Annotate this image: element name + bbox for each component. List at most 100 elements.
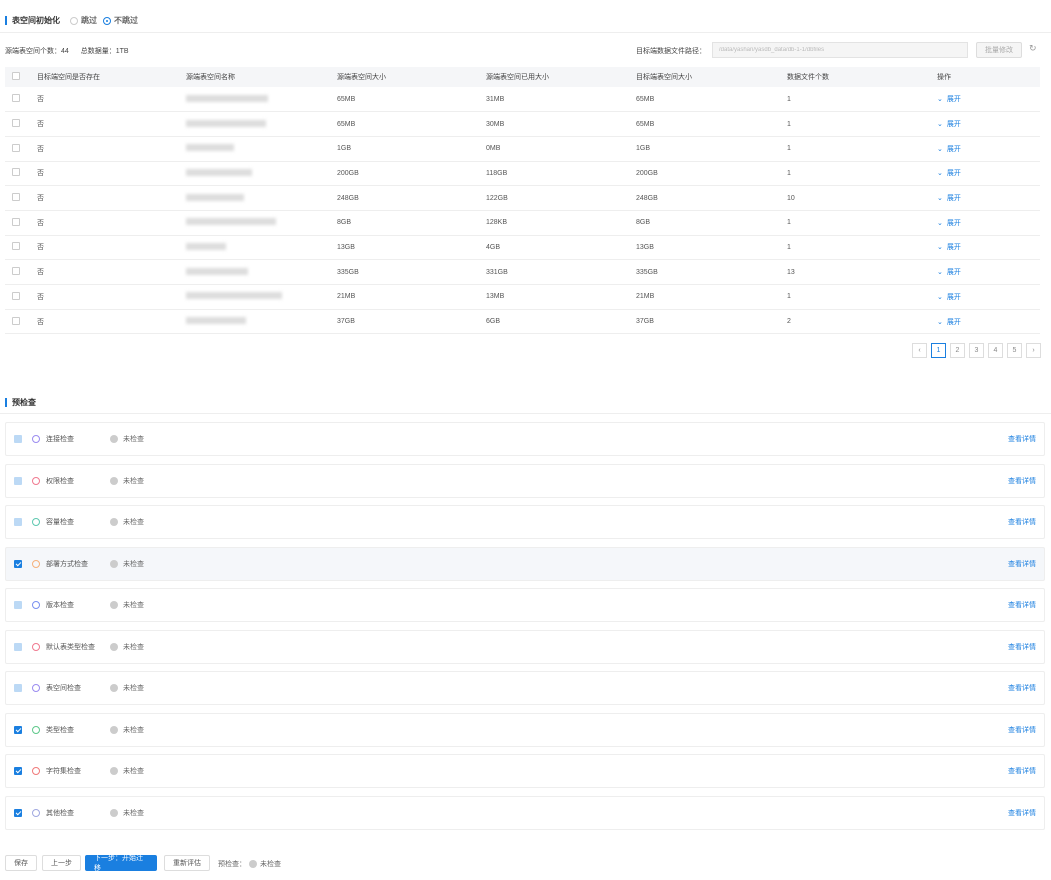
save-button[interactable]: 保存 bbox=[5, 855, 37, 871]
status-label: 未检查 bbox=[123, 685, 144, 692]
action-cell: ⌄ 展开 bbox=[937, 185, 1040, 211]
row-checkbox[interactable] bbox=[12, 193, 20, 202]
precheck-checkbox[interactable] bbox=[14, 808, 22, 817]
view-details-link[interactable]: 查看详情 bbox=[1008, 434, 1036, 444]
expand-link[interactable]: ⌄ 展开 bbox=[937, 269, 961, 276]
source-name-cell bbox=[186, 136, 337, 162]
source-size-cell: 1GB bbox=[337, 136, 486, 162]
status-dot-icon bbox=[110, 725, 118, 734]
source-name-cell bbox=[186, 235, 337, 261]
prev-page-button[interactable]: ‹ bbox=[912, 343, 927, 358]
check-status: 未检查 bbox=[110, 517, 144, 527]
expand-link[interactable]: ⌄ 展开 bbox=[937, 294, 961, 301]
expand-label: 展开 bbox=[946, 244, 961, 252]
source-used-cell: 331GB bbox=[486, 259, 636, 285]
action-cell: ⌄ 展开 bbox=[937, 309, 1040, 335]
data-file-path-input[interactable] bbox=[712, 42, 968, 58]
expand-label: 展开 bbox=[946, 96, 961, 104]
check-status: 未检查 bbox=[110, 559, 144, 569]
expand-link[interactable]: ⌄ 展开 bbox=[937, 195, 961, 202]
row-checkbox[interactable] bbox=[12, 143, 20, 152]
check-name: 部署方式检查 bbox=[46, 560, 88, 568]
precheck-checkbox[interactable] bbox=[14, 725, 22, 734]
select-all-checkbox[interactable] bbox=[12, 72, 20, 80]
file-count-cell: 1 bbox=[787, 136, 937, 162]
table-row: 否 200GB 118GB 200GB 1 ⌄ 展开 bbox=[5, 161, 1040, 187]
count-label: 源端表空间个数： bbox=[5, 48, 61, 55]
target-exists-cell: 否 bbox=[37, 210, 186, 236]
radio-label: 跳过 bbox=[81, 16, 97, 25]
precheck-checkbox[interactable] bbox=[14, 684, 22, 692]
column-header: 源端表空间已用大小 bbox=[486, 67, 636, 87]
redacted-name bbox=[186, 144, 234, 152]
precheck-checkbox[interactable] bbox=[14, 518, 22, 526]
row-checkbox[interactable] bbox=[12, 242, 20, 251]
target-exists-cell: 否 bbox=[37, 235, 186, 261]
reevaluate-button[interactable]: 重新评估 bbox=[164, 855, 210, 871]
view-details-link[interactable]: 查看详情 bbox=[1008, 517, 1036, 527]
row-select-cell bbox=[5, 185, 37, 211]
row-checkbox[interactable] bbox=[12, 316, 20, 325]
action-cell: ⌄ 展开 bbox=[937, 87, 1040, 113]
view-details-link[interactable]: 查看详情 bbox=[1008, 808, 1036, 818]
divider bbox=[0, 32, 1051, 33]
precheck-checkbox[interactable] bbox=[14, 601, 22, 609]
precheck-checkbox[interactable] bbox=[14, 435, 22, 443]
check-type-icon bbox=[32, 476, 40, 485]
precheck-status-value: 未检查 bbox=[260, 861, 281, 868]
expand-link[interactable]: ⌄ 展开 bbox=[937, 319, 961, 326]
precheck-checkbox[interactable] bbox=[14, 767, 22, 775]
expand-label: 展开 bbox=[946, 269, 961, 277]
expand-link[interactable]: ⌄ 展开 bbox=[937, 96, 961, 103]
row-checkbox[interactable] bbox=[12, 291, 20, 300]
page-button[interactable]: 4 bbox=[988, 343, 1003, 358]
view-details-link[interactable]: 查看详情 bbox=[1008, 559, 1036, 569]
source-size-cell: 13GB bbox=[337, 235, 486, 261]
chevron-down-icon: ⌄ bbox=[937, 195, 943, 203]
view-details-link[interactable]: 查看详情 bbox=[1008, 725, 1036, 735]
row-checkbox[interactable] bbox=[12, 94, 20, 103]
view-details-link[interactable]: 查看详情 bbox=[1008, 642, 1036, 652]
radio-no-skip[interactable]: 不跳过 bbox=[103, 15, 138, 26]
status-label: 未检查 bbox=[123, 477, 144, 485]
precheck-checkbox[interactable] bbox=[14, 642, 22, 651]
row-checkbox[interactable] bbox=[12, 217, 20, 226]
precheck-checkbox[interactable] bbox=[14, 559, 22, 568]
check-type-icon bbox=[32, 684, 40, 692]
redacted-name bbox=[186, 218, 276, 226]
precheck-checkbox[interactable] bbox=[14, 476, 22, 485]
row-checkbox[interactable] bbox=[12, 119, 20, 128]
page-button[interactable]: 2 bbox=[950, 343, 965, 358]
expand-link[interactable]: ⌄ 展开 bbox=[937, 244, 961, 251]
file-count-cell: 1 bbox=[787, 161, 937, 187]
row-checkbox[interactable] bbox=[12, 168, 20, 177]
refresh-icon[interactable]: ↻ bbox=[1029, 43, 1037, 54]
page-button[interactable]: 3 bbox=[969, 343, 984, 358]
status-dot-icon bbox=[110, 808, 118, 817]
target-size-cell: 21MB bbox=[636, 284, 787, 310]
next-button[interactable]: 下一步：开始迁移 bbox=[85, 855, 157, 872]
expand-link[interactable]: ⌄ 展开 bbox=[937, 146, 961, 153]
expand-link[interactable]: ⌄ 展开 bbox=[937, 170, 961, 177]
source-size-cell: 21MB bbox=[337, 284, 486, 310]
chevron-down-icon: ⌄ bbox=[937, 244, 943, 252]
prev-button[interactable]: 上一步 bbox=[42, 855, 81, 871]
page-button[interactable]: 1 bbox=[931, 343, 946, 358]
view-details-link[interactable]: 查看详情 bbox=[1008, 476, 1036, 486]
source-size-cell: 37GB bbox=[337, 309, 486, 335]
next-page-button[interactable]: › bbox=[1026, 343, 1041, 358]
target-size-cell: 335GB bbox=[636, 259, 787, 285]
view-details-link[interactable]: 查看详情 bbox=[1008, 766, 1036, 776]
check-status: 未检查 bbox=[110, 766, 144, 776]
radio-skip[interactable]: 跳过 bbox=[70, 15, 97, 26]
row-checkbox[interactable] bbox=[12, 267, 20, 276]
page-button[interactable]: 5 bbox=[1007, 343, 1022, 358]
view-details-link[interactable]: 查看详情 bbox=[1008, 600, 1036, 610]
view-details-link[interactable]: 查看详情 bbox=[1008, 683, 1036, 693]
batch-modify-button[interactable]: 批量修改 bbox=[976, 42, 1022, 58]
divider bbox=[0, 413, 1051, 414]
precheck-item: 其他检查 未检查 查看详情 bbox=[5, 795, 1045, 830]
expand-label: 展开 bbox=[946, 121, 961, 129]
expand-link[interactable]: ⌄ 展开 bbox=[937, 220, 961, 227]
expand-link[interactable]: ⌄ 展开 bbox=[937, 121, 961, 128]
